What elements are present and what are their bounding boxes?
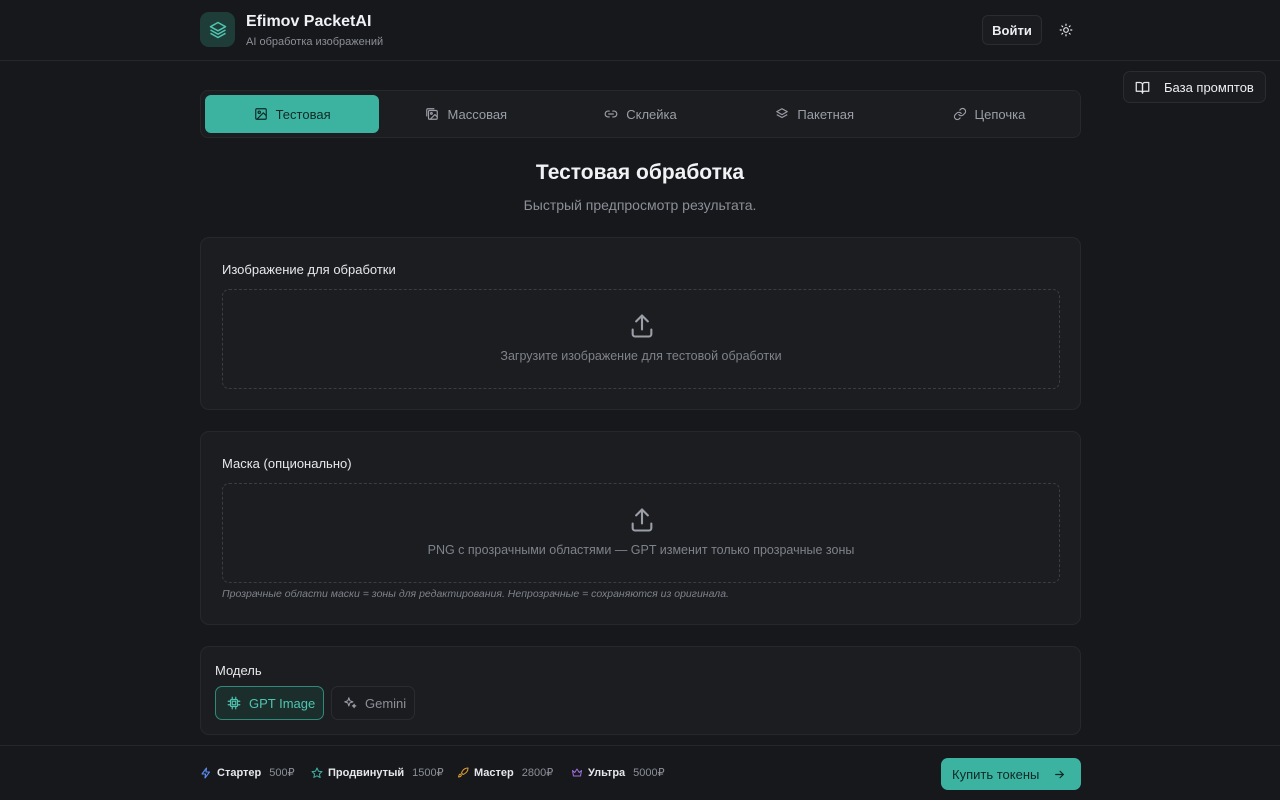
- model-label: Gemini: [365, 695, 407, 711]
- mask-dropzone[interactable]: PNG с прозрачными областями — GPT измени…: [222, 483, 1060, 583]
- crown-icon: [571, 767, 583, 779]
- plan-name: Ультра: [588, 766, 626, 779]
- plan-name: Продвинутый: [328, 766, 405, 779]
- prompt-base-label: База промптов: [1164, 79, 1254, 95]
- plan-name: Стартер: [217, 766, 262, 779]
- plan-name: Мастер: [474, 766, 514, 779]
- prompt-base-button[interactable]: База промптов: [1123, 71, 1266, 103]
- model-gemini-button[interactable]: Gemini: [331, 686, 415, 720]
- pricing-footer: Стартер 500₽ Продвинутый 1500₽ Мастер 28…: [0, 745, 1280, 800]
- book-icon: [1135, 80, 1150, 95]
- sun-icon[interactable]: [1052, 16, 1080, 44]
- tab-label: Массовая: [447, 106, 508, 122]
- image-card-label: Изображение для обработки: [222, 262, 396, 277]
- page-subtitle: Быстрый предпросмотр результата.: [523, 197, 757, 213]
- app-name: Efimov PacketAI: [246, 13, 372, 30]
- plan-ultra[interactable]: Ультра 5000₽: [571, 766, 665, 779]
- plan-advanced[interactable]: Продвинутый 1500₽: [311, 766, 444, 779]
- tab-label: Склейка: [626, 106, 677, 122]
- tab-test[interactable]: Тестовая: [205, 95, 380, 133]
- tab-batch[interactable]: Пакетная: [728, 95, 902, 133]
- layers-icon: [200, 12, 235, 47]
- image-dropzone-text: Загрузите изображение для тестовой обраб…: [500, 349, 782, 363]
- top-header: Efimov PacketAI AI обработка изображений…: [0, 0, 1280, 61]
- buy-tokens-button[interactable]: Купить токены: [941, 758, 1081, 790]
- zap-icon: [200, 766, 212, 779]
- plan-price: 5000₽: [633, 767, 665, 779]
- sparkles-icon: [343, 696, 357, 710]
- model-gpt-image-button[interactable]: GPT Image: [215, 686, 324, 720]
- mask-dropzone-text: PNG с прозрачными областями — GPT измени…: [427, 543, 855, 557]
- arrow-right-icon: [1053, 768, 1066, 781]
- star-icon: [311, 767, 323, 779]
- buy-tokens-label: Купить токены: [952, 766, 1040, 782]
- app-subtitle: AI обработка изображений: [246, 36, 384, 48]
- tab-mass[interactable]: Массовая: [379, 95, 553, 133]
- tab-label: Тестовая: [275, 106, 331, 122]
- login-button[interactable]: Войти: [982, 15, 1042, 45]
- mask-card-label: Маска (опционально): [222, 456, 352, 471]
- page-title: Тестовая обработка: [535, 161, 745, 184]
- plan-starter[interactable]: Стартер 500₽: [200, 766, 295, 779]
- model-card: Модель GPT Image Gemini: [200, 646, 1081, 735]
- tab-label: Пакетная: [797, 106, 855, 122]
- tab-label: Цепочка: [974, 106, 1026, 122]
- upload-icon: [628, 312, 656, 340]
- image-icon: [254, 107, 268, 121]
- plan-master[interactable]: Мастер 2800₽: [457, 766, 553, 779]
- link-icon: [604, 107, 618, 121]
- model-label: GPT Image: [249, 695, 316, 711]
- image-dropzone[interactable]: Загрузите изображение для тестовой обраб…: [222, 289, 1060, 389]
- cpu-icon: [227, 696, 241, 710]
- image-upload-card: Изображение для обработки Загрузите изоб…: [200, 237, 1081, 410]
- mask-hint: Прозрачные области маски = зоны для реда…: [222, 588, 729, 600]
- images-icon: [425, 107, 439, 121]
- mask-upload-card: Маска (опционально) PNG с прозрачными об…: [200, 431, 1081, 625]
- tab-merge[interactable]: Склейка: [553, 95, 727, 133]
- layers-icon: [775, 107, 789, 121]
- mode-tabs: Тестовая Массовая Склейка Пакетная Цепоч…: [200, 90, 1081, 138]
- plan-price: 1500₽: [412, 767, 444, 779]
- chain-icon: [953, 107, 967, 121]
- tab-chain[interactable]: Цепочка: [902, 95, 1076, 133]
- model-card-label: Модель: [215, 663, 262, 678]
- plan-price: 2800₽: [521, 767, 554, 779]
- plan-price: 500₽: [269, 767, 295, 779]
- upload-icon: [628, 506, 656, 534]
- rocket-icon: [457, 766, 469, 779]
